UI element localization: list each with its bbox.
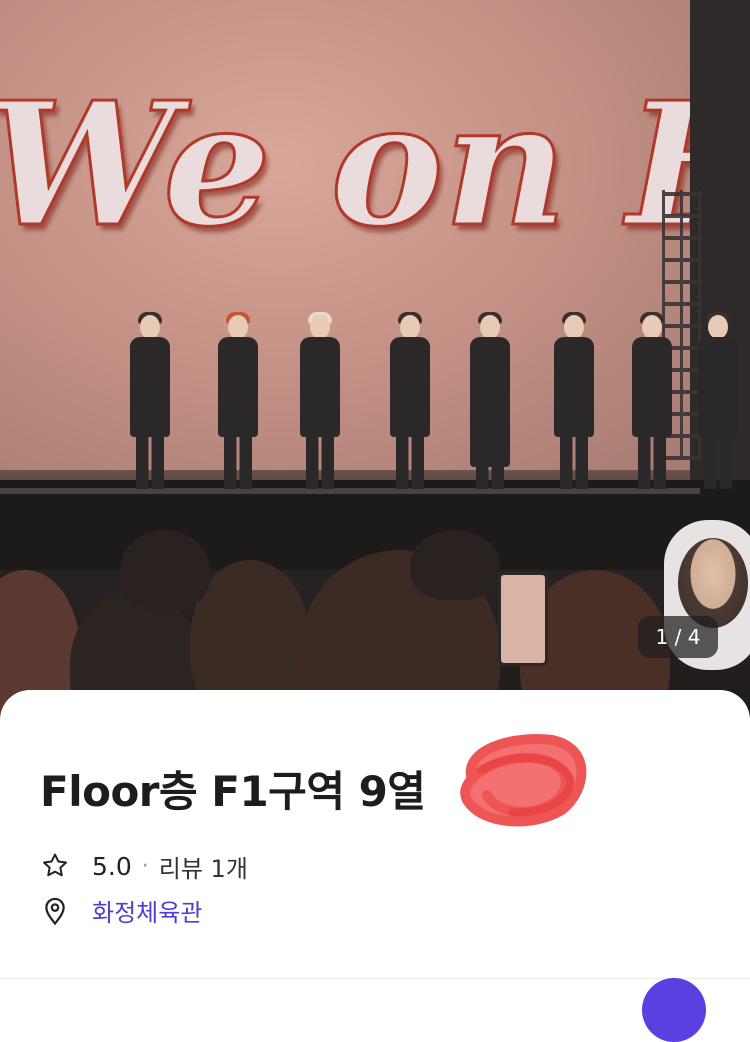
listing-title: Floor층 F1구역 9열 [40, 766, 426, 816]
floating-action-button[interactable] [642, 978, 706, 1042]
venue-link[interactable]: 화정체육관 [92, 893, 202, 928]
performer [468, 312, 512, 490]
pin-icon [45, 897, 65, 926]
listing-sheet [0, 690, 750, 996]
divider [0, 978, 750, 979]
fan-photo-face [678, 538, 748, 628]
svg-text:We on Fire: We on Fire [0, 65, 700, 265]
image-counter: 1 / 4 [638, 616, 718, 658]
performer [388, 312, 432, 490]
redaction-scribble [460, 734, 587, 827]
we-on-fire-sign: We on Fire We on Fire [0, 64, 700, 272]
separator-dot: · [141, 853, 149, 879]
rating-row: 5.0 · 리뷰 1개 [40, 848, 248, 884]
title-row: Floor층 F1구역 9열 [40, 758, 426, 818]
location-row[interactable]: 화정체육관 [40, 892, 202, 928]
rating-value: 5.0 [92, 851, 132, 881]
performer [298, 312, 342, 490]
phone-screen [498, 572, 548, 666]
performer [630, 312, 674, 490]
concert-photo[interactable]: We on Fire We on Fire 1 / 4 [0, 0, 750, 720]
performer [552, 312, 596, 490]
performer [696, 312, 740, 490]
star-icon [43, 853, 67, 877]
performer [216, 312, 260, 490]
performer [128, 312, 172, 490]
review-count[interactable]: 리뷰 1개 [159, 849, 248, 884]
